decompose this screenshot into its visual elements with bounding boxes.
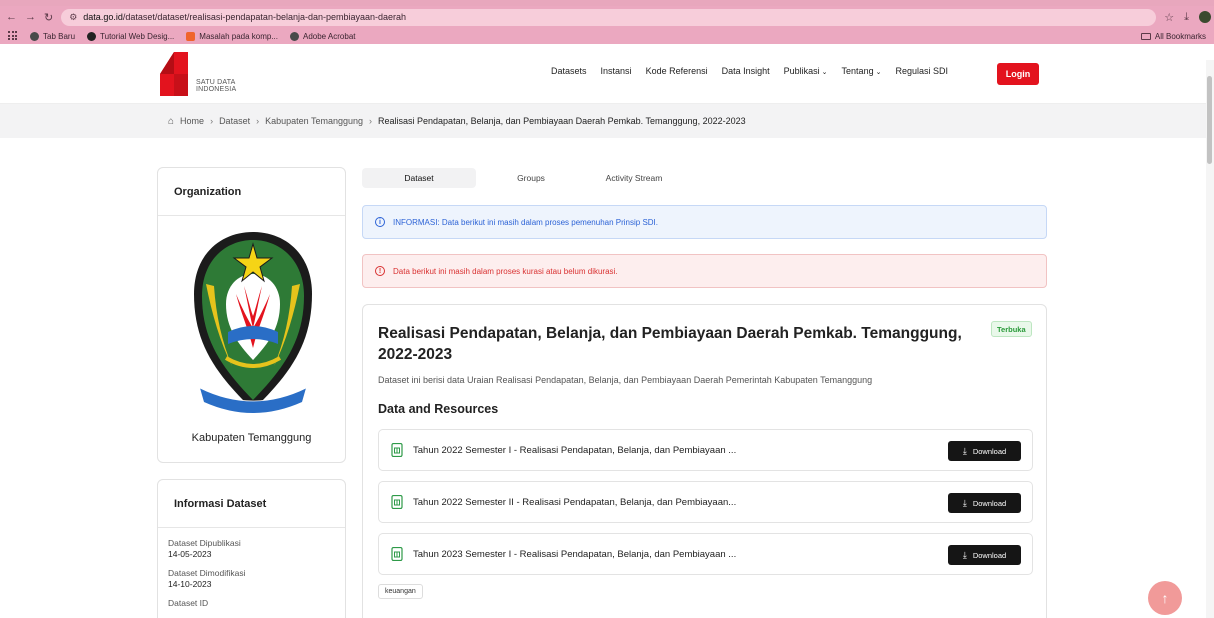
download-icon[interactable]: ⤓ <box>1184 11 1189 24</box>
dataset-card: Realisasi Pendapatan, Belanja, dan Pembi… <box>362 304 1047 618</box>
dataset-description: Dataset ini berisi data Uraian Realisasi… <box>378 375 873 385</box>
scrollbar-thumb[interactable] <box>1207 76 1212 164</box>
resource-name[interactable]: Tahun 2022 Semester I - Realisasi Pendap… <box>413 445 736 456</box>
download-icon: ⤓ <box>962 445 967 456</box>
folder-icon <box>1140 32 1151 40</box>
resource-item[interactable]: Tahun 2023 Semester I - Realisasi Pendap… <box>378 533 1033 575</box>
dataset-info-heading: Informasi Dataset <box>158 480 345 528</box>
profile-avatar[interactable] <box>1198 11 1211 23</box>
kabupaten-temanggung-emblem[interactable] <box>186 224 320 418</box>
resource-item[interactable]: Tahun 2022 Semester I - Realisasi Pendap… <box>378 429 1033 471</box>
bookmark-masalah[interactable]: Masalah pada komp... <box>186 31 278 41</box>
login-button[interactable]: Login <box>997 63 1039 85</box>
chevron-right-icon: › <box>210 116 214 126</box>
site-icon <box>186 31 196 41</box>
download-button[interactable]: ⤓ Download <box>948 545 1021 565</box>
browser-toolbar: ← → ↻ ⚙ data.go.id/dataset/dataset/reali… <box>0 6 1214 28</box>
page-scrollbar[interactable] <box>1206 60 1214 618</box>
tab-dataset[interactable]: Dataset <box>362 168 476 188</box>
arrow-up-icon: ↑ <box>1161 590 1169 606</box>
bookmark-tutorial[interactable]: Tutorial Web Desig... <box>87 31 174 41</box>
star-icon[interactable]: ☆ <box>1164 11 1174 24</box>
download-button[interactable]: ⤓ Download <box>948 441 1021 461</box>
breadcrumb-org[interactable]: Kabupaten Temanggung <box>265 116 363 126</box>
bookmark-tab-baru[interactable]: Tab Baru <box>30 31 75 41</box>
status-badge: Terbuka <box>991 321 1032 337</box>
info-modified: Dataset Dimodifikasi 14-10-2023 <box>168 568 246 589</box>
globe-icon <box>30 31 39 41</box>
dataset-title: Realisasi Pendapatan, Belanja, dan Pembi… <box>378 325 962 363</box>
nav-tentang[interactable]: Tentang ⌄ <box>842 66 882 76</box>
tab-groups[interactable]: Groups <box>476 168 586 188</box>
dataset-tabs: Dataset Groups Activity Stream <box>362 168 682 188</box>
url-text: data.go.id/dataset/dataset/realisasi-pen… <box>83 12 407 22</box>
download-button[interactable]: ⤓ Download <box>948 493 1021 513</box>
bookmark-adobe[interactable]: Adobe Acrobat <box>290 31 355 41</box>
globe-icon <box>290 31 299 41</box>
chevron-right-icon: › <box>256 116 260 126</box>
chevron-right-icon: › <box>369 116 373 126</box>
site-info-icon[interactable]: ⚙ <box>69 12 77 23</box>
back-icon[interactable]: ← <box>6 11 17 23</box>
resources-heading: Data and Resources <box>378 402 499 416</box>
organization-name[interactable]: Kabupaten Temanggung <box>158 432 345 444</box>
organization-card: Organization Kabupaten Temanggung <box>157 167 346 463</box>
info-icon: i <box>375 217 385 227</box>
breadcrumb-current: Realisasi Pendapatan, Belanja, dan Pembi… <box>378 116 746 126</box>
tag-keuangan[interactable]: keuangan <box>378 584 423 599</box>
alert-icon: ! <box>375 266 385 276</box>
resource-name[interactable]: Tahun 2022 Semester II - Realisasi Penda… <box>413 497 736 508</box>
download-icon: ⤓ <box>962 497 967 508</box>
forward-icon[interactable]: → <box>25 11 36 23</box>
nav-instansi[interactable]: Instansi <box>601 66 632 76</box>
resource-name[interactable]: Tahun 2023 Semester I - Realisasi Pendap… <box>413 549 736 560</box>
breadcrumb: ⌂ Home › Dataset › Kabupaten Temanggung … <box>0 104 1214 138</box>
dataset-info-card: Informasi Dataset Dataset Dipublikasi 14… <box>157 479 346 618</box>
download-icon: ⤓ <box>962 549 967 560</box>
breadcrumb-home[interactable]: Home <box>180 116 204 126</box>
resource-item[interactable]: Tahun 2022 Semester II - Realisasi Penda… <box>378 481 1033 523</box>
organization-heading: Organization <box>158 168 345 216</box>
reload-icon[interactable]: ↻ <box>44 11 53 24</box>
site-header: SATU DATA INDONESIA Datasets Instansi Ko… <box>0 44 1214 104</box>
nav-regulasi-sdi[interactable]: Regulasi SDI <box>895 66 948 76</box>
bookmarks-bar: Tab Baru Tutorial Web Desig... Masalah p… <box>0 28 1214 44</box>
nav-data-insight[interactable]: Data Insight <box>722 66 770 76</box>
spreadsheet-icon <box>391 547 403 561</box>
address-bar[interactable]: ⚙ data.go.id/dataset/dataset/realisasi-p… <box>61 8 1157 26</box>
info-dataset-id: Dataset ID <box>168 598 209 608</box>
tab-activity-stream[interactable]: Activity Stream <box>586 168 682 188</box>
spreadsheet-icon <box>391 443 403 457</box>
info-published: Dataset Dipublikasi 14-05-2023 <box>168 538 241 559</box>
breadcrumb-dataset[interactable]: Dataset <box>219 116 250 126</box>
nav-datasets[interactable]: Datasets <box>551 66 587 76</box>
chevron-down-icon: ⌄ <box>821 69 828 76</box>
logo-text: SATU DATA INDONESIA <box>196 79 237 93</box>
all-bookmarks[interactable]: All Bookmarks <box>1140 32 1206 41</box>
home-icon[interactable]: ⌂ <box>168 116 174 127</box>
nav-publikasi[interactable]: Publikasi ⌄ <box>784 66 828 76</box>
nav-kode-referensi[interactable]: Kode Referensi <box>646 66 708 76</box>
scroll-to-top-button[interactable]: ↑ <box>1148 581 1182 615</box>
info-alert: i INFORMASI: Data berikut ini masih dala… <box>362 205 1047 239</box>
dataset-info-list: Dataset Dipublikasi 14-05-2023 Dataset D… <box>158 528 345 618</box>
main-nav: Datasets Instansi Kode Referensi Data In… <box>551 66 948 76</box>
site-icon <box>87 31 97 41</box>
curation-warning: ! Data berikut ini masih dalam proses ku… <box>362 254 1047 288</box>
spreadsheet-icon <box>391 495 403 509</box>
chevron-down-icon: ⌄ <box>875 69 882 76</box>
apps-grid-icon[interactable] <box>8 31 18 41</box>
